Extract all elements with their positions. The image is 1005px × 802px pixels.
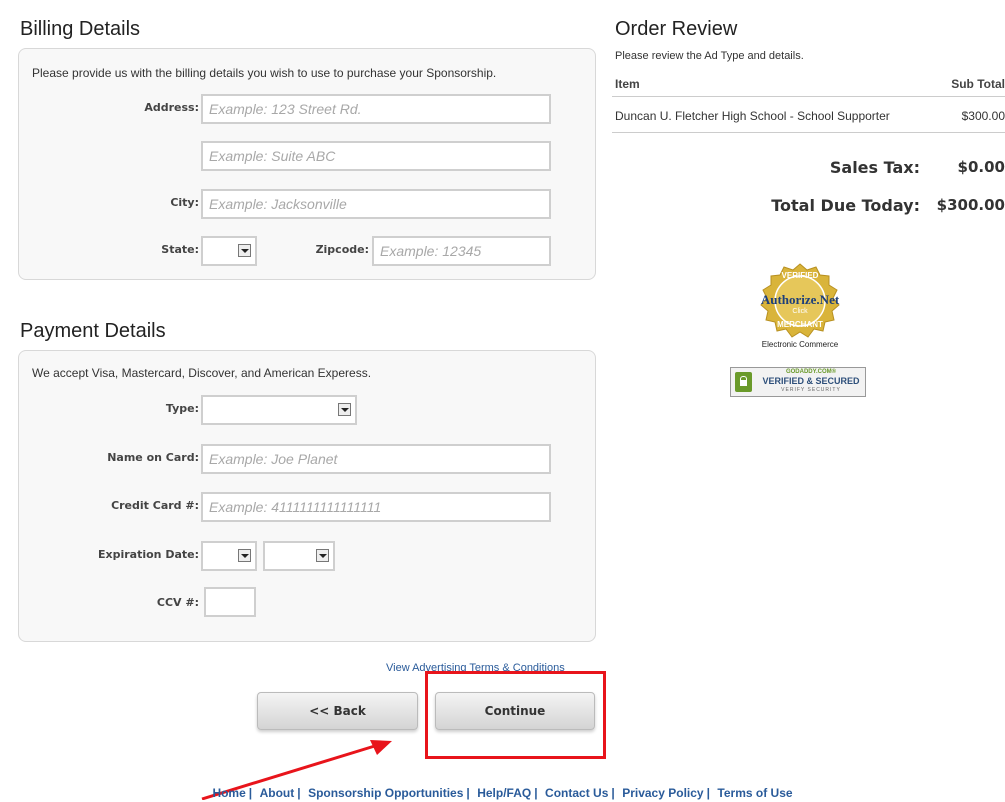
- state-select[interactable]: [201, 236, 257, 266]
- table-divider: [612, 96, 1005, 97]
- godaddy-main-text: VERIFIED & SECURED: [762, 376, 860, 386]
- footer-separator: |: [297, 786, 301, 800]
- chevron-down-icon: [338, 403, 351, 416]
- footer-link-terms[interactable]: Terms of Use: [717, 786, 792, 800]
- credit-card-input[interactable]: [201, 492, 551, 522]
- total-due-value: $300.00: [936, 196, 1005, 214]
- order-item-price: $300.00: [961, 109, 1005, 123]
- credit-card-label: Credit Card #:: [111, 499, 199, 512]
- zipcode-input[interactable]: [372, 236, 551, 266]
- zipcode-label: Zipcode:: [315, 243, 369, 256]
- col-subtotal-header: Sub Total: [951, 77, 1005, 91]
- footer-link-contact[interactable]: Contact Us: [545, 786, 608, 800]
- seal-click-text: Click: [792, 308, 808, 315]
- col-item-header: Item: [615, 77, 640, 91]
- footer-nav: Home | About | Sponsorship Opportunities | …: [0, 784, 1005, 802]
- chevron-down-icon: [238, 244, 251, 257]
- billing-panel: Please provide us with the billing detai…: [18, 48, 596, 280]
- footer-link-about[interactable]: About: [260, 786, 295, 800]
- footer-link-privacy[interactable]: Privacy Policy: [622, 786, 703, 800]
- payment-intro: We accept Visa, Mastercard, Discover, an…: [32, 366, 372, 380]
- chevron-down-icon: [316, 549, 329, 562]
- godaddy-sub-text: VERIFY SECURITY: [781, 387, 841, 393]
- seal-verified-text: VERIFIED: [781, 271, 819, 280]
- footer-link-sponsorship[interactable]: Sponsorship Opportunities: [308, 786, 463, 800]
- order-review-subtitle: Please review the Ad Type and details.: [615, 50, 804, 62]
- address-label: Address:: [144, 101, 199, 114]
- expiration-label: Expiration Date:: [97, 548, 199, 561]
- city-label: City:: [170, 196, 199, 209]
- name-on-card-label: Name on Card:: [107, 451, 199, 464]
- order-item-name: Duncan U. Fletcher High School - School …: [615, 109, 890, 123]
- footer-link-help[interactable]: Help/FAQ: [477, 786, 531, 800]
- name-on-card-input[interactable]: [201, 444, 551, 474]
- ccv-input[interactable]: [204, 587, 256, 617]
- total-due-label: Total Due Today:: [771, 196, 920, 215]
- table-divider: [612, 132, 1005, 133]
- seal-merchant-text: MERCHANT: [777, 320, 823, 329]
- expiration-year-select[interactable]: [263, 541, 335, 571]
- order-review-title: Order Review: [615, 18, 738, 40]
- lock-icon: [735, 372, 752, 392]
- authorize-net-seal[interactable]: VERIFIED Authorize.Net Click MERCHANT El…: [750, 262, 850, 352]
- payment-panel: We accept Visa, Mastercard, Discover, an…: [18, 350, 596, 642]
- footer-separator: |: [611, 786, 615, 800]
- address-line1-input[interactable]: [201, 94, 551, 124]
- billing-title: Billing Details: [20, 18, 141, 40]
- footer-link-home[interactable]: Home: [212, 786, 245, 800]
- godaddy-badge[interactable]: GODADDY.COM® VERIFIED & SECURED VERIFY S…: [730, 367, 866, 397]
- expiration-month-select[interactable]: [201, 541, 257, 571]
- chevron-down-icon: [238, 549, 251, 562]
- sales-tax-value: $0.00: [957, 158, 1005, 176]
- city-input[interactable]: [201, 189, 551, 219]
- ccv-label: CCV #:: [156, 596, 199, 609]
- sales-tax-label: Sales Tax:: [829, 158, 920, 177]
- footer-separator: |: [466, 786, 470, 800]
- godaddy-top-text: GODADDY.COM®: [785, 369, 837, 375]
- highlight-box: [425, 671, 606, 759]
- footer-separator: |: [706, 786, 710, 800]
- footer-separator: |: [534, 786, 538, 800]
- footer-separator: |: [248, 786, 253, 800]
- billing-intro: Please provide us with the billing detai…: [32, 66, 497, 80]
- state-label: State:: [161, 243, 199, 256]
- address-line2-input[interactable]: [201, 141, 551, 171]
- card-type-label: Type:: [165, 402, 199, 415]
- seal-caption: Electronic Commerce: [761, 340, 839, 349]
- card-type-select[interactable]: [201, 395, 357, 425]
- back-button[interactable]: << Back: [257, 692, 418, 730]
- seal-brand-text: Authorize.Net: [760, 292, 840, 307]
- payment-title: Payment Details: [20, 320, 166, 342]
